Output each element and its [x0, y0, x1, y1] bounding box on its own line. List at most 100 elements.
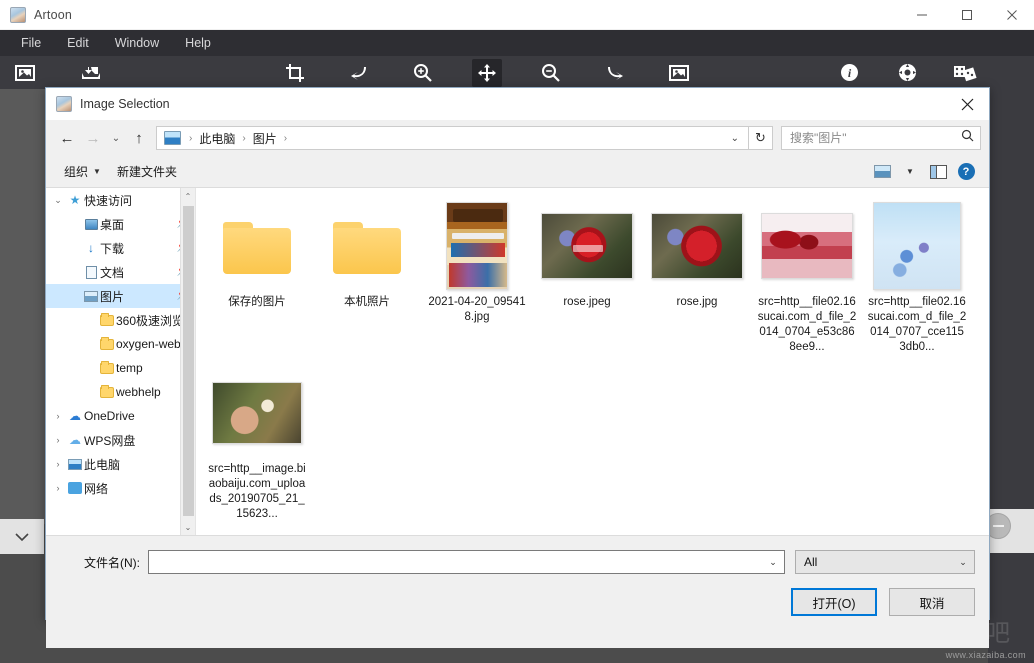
folder-icon — [98, 312, 116, 326]
file-item-4[interactable]: rose.jpg — [642, 196, 752, 363]
search-box[interactable] — [781, 126, 981, 150]
computer-icon — [66, 458, 84, 470]
sidebar-item-5[interactable]: 360极速浏览器下 — [46, 308, 195, 332]
file-item-7[interactable]: src=http__image.biaobaiju.com_uploads_20… — [202, 363, 312, 530]
computer-icon — [164, 131, 181, 145]
settings-icon[interactable] — [892, 59, 922, 87]
dialog-navbar: ← → ⌄ ↑ › 此电脑 › 图片 › ⌄ ↻ — [46, 120, 989, 156]
file-thumbnail-wrap — [319, 200, 415, 292]
canvas-collapse-button[interactable] — [0, 519, 44, 554]
image-icon[interactable] — [664, 59, 694, 87]
preview-pane-icon[interactable] — [925, 160, 951, 184]
minimize-icon[interactable] — [899, 0, 944, 30]
sidebar-item-label: 文档 — [100, 265, 125, 280]
cloud-alt-icon: ☁ — [69, 433, 81, 447]
nav-up-icon[interactable]: ↑ — [126, 125, 152, 151]
breadcrumb-segment-pictures[interactable]: 图片 — [250, 130, 280, 147]
breadcrumb-dropdown-icon[interactable]: ⌄ — [724, 133, 746, 144]
cloud-icon: ☁ — [69, 409, 81, 423]
save-image-icon[interactable] — [76, 59, 106, 87]
file-item-2[interactable]: 2021-04-20_095418.jpg — [422, 196, 532, 363]
tree-twisty-0[interactable]: ⌄ — [50, 195, 66, 206]
tree-twisty-10[interactable]: › — [50, 435, 66, 445]
menu-window[interactable]: Window — [102, 32, 172, 54]
cancel-button[interactable]: 取消 — [889, 588, 975, 616]
nav-back-icon[interactable]: ← — [54, 125, 80, 151]
sidebar-item-2[interactable]: ↓下载📌 — [46, 236, 195, 260]
sidebar-item-10[interactable]: › ☁ WPS网盘 — [46, 428, 195, 452]
refresh-icon[interactable]: ↻ — [749, 126, 773, 150]
sidebar-item-0[interactable]: ⌄ ★ 快速访问 — [46, 188, 195, 212]
sidebar-item-11[interactable]: › 此电脑 — [46, 452, 195, 476]
search-icon[interactable] — [961, 129, 974, 147]
file-item-3[interactable]: rose.jpeg — [532, 196, 642, 363]
scroll-down-icon[interactable]: ⌄ — [181, 519, 195, 535]
nav-forward-icon[interactable]: → — [80, 125, 106, 151]
info-icon[interactable]: i — [834, 59, 864, 87]
help-icon[interactable]: ? — [953, 160, 979, 184]
redo-icon[interactable] — [600, 59, 630, 87]
file-list-pane[interactable]: 保存的图片 本机照片 2021-04-20_095418.jpg rose.jpeg r… — [196, 188, 989, 535]
menu-edit[interactable]: Edit — [54, 32, 102, 54]
sidebar-item-6[interactable]: oxygen-webhelp — [46, 332, 195, 356]
breadcrumb-segment-this-pc[interactable]: 此电脑 — [196, 130, 238, 147]
sidebar-item-4[interactable]: 图片📌 — [46, 284, 195, 308]
sidebar-item-1[interactable]: 桌面📌 — [46, 212, 195, 236]
breadcrumb[interactable]: › 此电脑 › 图片 › ⌄ — [156, 126, 749, 150]
move-icon[interactable] — [472, 58, 502, 87]
minus-icon — [992, 525, 1004, 527]
file-thumbnail-wrap — [539, 200, 635, 292]
star-icon: ★ — [69, 193, 81, 207]
effects-icon[interactable] — [950, 59, 980, 87]
open-image-icon[interactable] — [10, 59, 40, 87]
zoom-in-icon[interactable] — [408, 59, 438, 87]
file-item-1[interactable]: 本机照片 — [312, 196, 422, 363]
file-item-5[interactable]: src=http__file02.16sucai.com_d_file_2014… — [752, 196, 862, 363]
filename-label: 文件名(N): — [84, 555, 140, 570]
menu-help[interactable]: Help — [172, 32, 224, 54]
app-titlebar: Artoon — [0, 0, 1034, 30]
tree-twisty-12[interactable]: › — [50, 483, 66, 493]
sidebar-item-label: 网络 — [84, 481, 109, 496]
filetype-select[interactable]: All ⌄ — [795, 550, 975, 574]
nav-recent-locations-icon[interactable]: ⌄ — [106, 125, 126, 151]
undo-icon[interactable] — [344, 59, 374, 87]
sidebar-item-9[interactable]: › ☁ OneDrive — [46, 404, 195, 428]
sidebar-item-8[interactable]: webhelp — [46, 380, 195, 404]
file-thumbnail-wrap — [429, 200, 525, 292]
organize-button[interactable]: 组织 ▼ — [56, 159, 109, 184]
new-folder-button[interactable]: 新建文件夹 — [109, 159, 185, 184]
dialog-close-button[interactable] — [945, 88, 989, 120]
zoom-out-icon[interactable] — [536, 59, 566, 87]
open-button[interactable]: 打开(O) — [791, 588, 877, 616]
folder-thumbnail — [223, 218, 291, 274]
image-thumbnail — [761, 213, 853, 279]
network-icon — [66, 482, 84, 494]
view-dropdown-icon[interactable]: ▼ — [897, 160, 923, 184]
sidebar-item-7[interactable]: temp — [46, 356, 195, 380]
file-name-label: 2021-04-20_095418.jpg — [428, 296, 526, 323]
search-input[interactable] — [788, 130, 961, 146]
file-thumbnail-wrap — [209, 367, 305, 459]
sidebar-item-3[interactable]: 文档📌 — [46, 260, 195, 284]
close-icon[interactable] — [989, 0, 1034, 30]
scroll-up-icon[interactable]: ⌃ — [181, 188, 195, 204]
menu-file[interactable]: File — [8, 32, 54, 54]
crop-icon[interactable] — [280, 59, 310, 87]
document-icon — [82, 265, 100, 279]
file-item-6[interactable]: src=http__file02.16sucai.com_d_file_2014… — [862, 196, 972, 363]
file-item-0[interactable]: 保存的图片 — [202, 196, 312, 363]
filename-combobox[interactable]: ⌄ — [148, 550, 785, 574]
sidebar-item-12[interactable]: › 网络 — [46, 476, 195, 500]
file-thumbnail-wrap — [869, 200, 965, 292]
filename-dropdown-icon[interactable]: ⌄ — [764, 557, 782, 568]
tree-twisty-11[interactable]: › — [50, 459, 66, 469]
tree-twisty-9[interactable]: › — [50, 411, 66, 421]
view-layout-icon[interactable] — [869, 160, 895, 184]
scrollbar-thumb[interactable] — [183, 206, 194, 516]
maximize-icon[interactable] — [944, 0, 989, 30]
filename-input[interactable] — [155, 554, 764, 570]
filename-row: 文件名(N): ⌄ All ⌄ — [46, 536, 989, 574]
tree-scrollbar[interactable]: ⌃ ⌄ — [180, 188, 195, 535]
file-name-label: src=http__file02.16sucai.com_d_file_2014… — [867, 296, 967, 353]
